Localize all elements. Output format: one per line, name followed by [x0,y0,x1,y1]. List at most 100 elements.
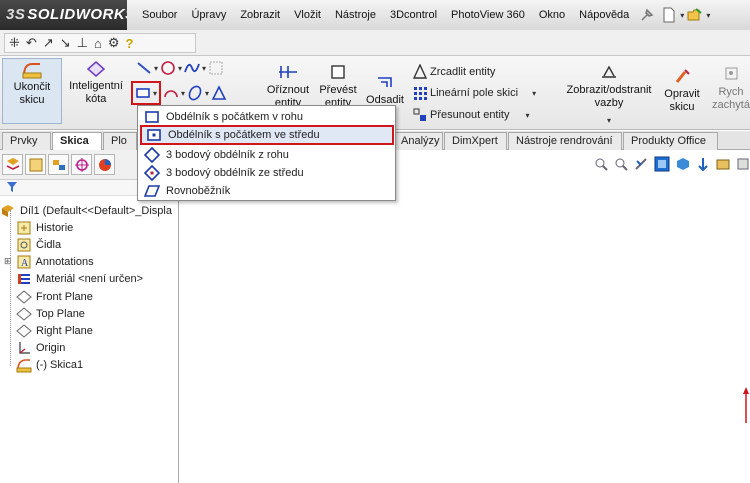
menu-okno[interactable]: Okno [532,9,572,21]
menu-item-label: 3 bodový obdélník ze středu [166,167,304,179]
text-tool-icon[interactable] [211,85,227,101]
zoom-to-area-icon[interactable] [614,157,628,174]
dimxpert-tab-icon[interactable] [71,154,92,175]
feature-tree-tab-icon[interactable] [2,154,23,175]
tab-analyzy[interactable]: Analýzy [393,132,443,150]
circle-tool-icon[interactable] [160,60,176,76]
open-dropdown-icon[interactable]: ▾ [706,11,710,20]
view-orientation-icon[interactable] [654,156,670,175]
tree-item-top-plane[interactable]: Top Plane [16,305,85,322]
rectangle-tool-button[interactable]: ▾ [131,81,162,105]
relations-button[interactable]: Zobrazit/odstranit vazby ▾ [562,62,656,127]
relations-icon [602,65,616,78]
circle-dropdown-icon[interactable]: ▾ [178,64,182,73]
menu-item-3pt-corner-rectangle[interactable]: 3 bodový obdélník z rohu [140,146,394,164]
tree-item-label: Materiál <není určen> [36,272,144,285]
linear-pattern-icon [412,85,428,101]
view-settings-icon[interactable] [736,157,750,174]
pin-icon[interactable] [639,7,655,23]
ellipse-tool-icon[interactable] [187,85,203,101]
menu-napoveda[interactable]: Nápověda [572,9,636,21]
line-icon[interactable]: ↗ [43,35,54,51]
tree-item-origin[interactable]: Origin [16,339,65,356]
mirror-row[interactable]: Zrcadlit entity [412,63,495,80]
smart-dimension-button[interactable]: Inteligentní kóta [64,58,128,124]
mirror-icon [412,63,428,80]
menu-upravy[interactable]: Úpravy [184,9,233,21]
open-folder-icon[interactable] [687,7,703,23]
spline-tool-icon[interactable] [184,60,200,76]
grid-tool-icon[interactable] [208,60,224,76]
linear-pattern-row[interactable]: Lineární pole skici ▾ [412,85,536,101]
menu-soubor[interactable]: Soubor [135,9,184,21]
menu-photoview[interactable]: PhotoView 360 [444,9,532,21]
menu-bar: Soubor Úpravy Zobrazit Vložit Nástroje 3… [127,0,750,30]
line-tool-icon[interactable] [136,60,152,76]
menu-item-parallelogram[interactable]: Rovnoběžník [140,182,394,200]
property-manager-tab-icon[interactable] [25,154,46,175]
tree-item-sensors[interactable]: Čidla [16,236,61,253]
move-row[interactable]: Přesunout entity ▾ [412,107,530,123]
trim-button[interactable]: Oříznout entity [263,62,313,110]
move-dropdown-icon[interactable]: ▾ [526,111,530,120]
view-icon[interactable]: ⌂ [94,36,102,51]
tree-item-right-plane[interactable]: Right Plane [16,322,93,339]
tree-item-front-plane[interactable]: Front Plane [16,288,93,305]
rapid-snaps-button[interactable]: Rych zachytá [708,64,750,112]
menu-item-corner-rectangle[interactable]: Obdélník s počátkem v rohu [140,108,394,126]
new-document-icon[interactable] [661,7,677,23]
menu-nastroje[interactable]: Nástroje [328,9,383,21]
svg-text:A: A [21,258,29,269]
offset-button[interactable]: Odsadit [362,72,408,107]
display-manager-tab-icon[interactable] [94,154,115,175]
tree-item-history[interactable]: Historie [16,219,73,236]
tree-item-material[interactable]: Materiál <není určen> [16,270,143,287]
tab-skica[interactable]: Skica [52,132,102,151]
settings-icon[interactable]: ⚙ [108,35,120,51]
spline-dropdown-icon[interactable]: ▾ [202,64,206,73]
plane-icon [16,289,32,305]
arc-icon[interactable]: ↶ [26,35,37,51]
tree-item-annotations[interactable]: ⊞ A Annotations [4,253,94,270]
tab-prvky[interactable]: Prvky [2,132,51,150]
tree-root-part[interactable]: Díl1 (Default<<Default>_Displa [0,202,172,219]
menu-vlozit[interactable]: Vložit [287,9,328,21]
hide-show-icon[interactable] [696,157,710,174]
trim-icon [279,66,297,78]
diagonal-icon[interactable]: ↘ [60,35,71,51]
ellipse-dropdown-icon[interactable]: ▾ [205,89,209,98]
menu-item-3pt-center-rectangle[interactable]: 3 bodový obdélník ze středu [140,164,394,182]
line-dropdown-icon[interactable]: ▾ [154,64,158,73]
tab-dimxpert[interactable]: DimXpert [444,132,507,150]
tab-office-products[interactable]: Produkty Office [623,132,718,150]
menu-item-label: Rovnoběžník [166,185,231,197]
perpendicular-icon[interactable]: ⊥ [77,35,88,51]
previous-view-icon[interactable] [634,157,648,174]
scene-icon[interactable] [716,157,730,174]
relations-dropdown-icon[interactable]: ▾ [562,114,656,127]
tree-item-sketch1[interactable]: (-) Skica1 [16,356,83,373]
menu-item-center-rectangle[interactable]: Obdélník s počátkem ve středu [140,125,394,145]
tab-plochy[interactable]: Plo [103,132,137,150]
tab-rendering-tools[interactable]: Nástroje rendrování [508,132,622,150]
menu-3dcontrol[interactable]: 3Dcontrol [383,9,444,21]
convert-button[interactable]: Převést entity [316,62,360,110]
menu-zobrazit[interactable]: Zobrazit [233,9,287,21]
filter-icon[interactable] [6,181,18,196]
help-icon[interactable]: ? [125,36,133,51]
arc-dropdown-icon[interactable]: ▾ [181,89,185,98]
tree-item-label: Origin [36,341,66,354]
rect-center-icon [146,127,162,143]
new-dropdown-icon[interactable]: ▾ [680,11,684,20]
display-style-icon[interactable] [676,157,690,174]
exit-sketch-button[interactable]: Ukončit skicu [2,58,62,124]
point-icon[interactable]: ⁜ [9,35,20,51]
configuration-tab-icon[interactable] [48,154,69,175]
zoom-to-fit-icon[interactable] [594,157,608,174]
rect-corner-icon [144,109,160,125]
material-icon [16,271,32,287]
repair-sketch-button[interactable]: Opravit skicu [660,66,704,114]
solidworks-logo[interactable]: 3S SOLIDWORKS [0,0,135,30]
arc-tool-icon[interactable] [163,85,179,101]
linear-pattern-dropdown-icon[interactable]: ▾ [532,89,536,98]
